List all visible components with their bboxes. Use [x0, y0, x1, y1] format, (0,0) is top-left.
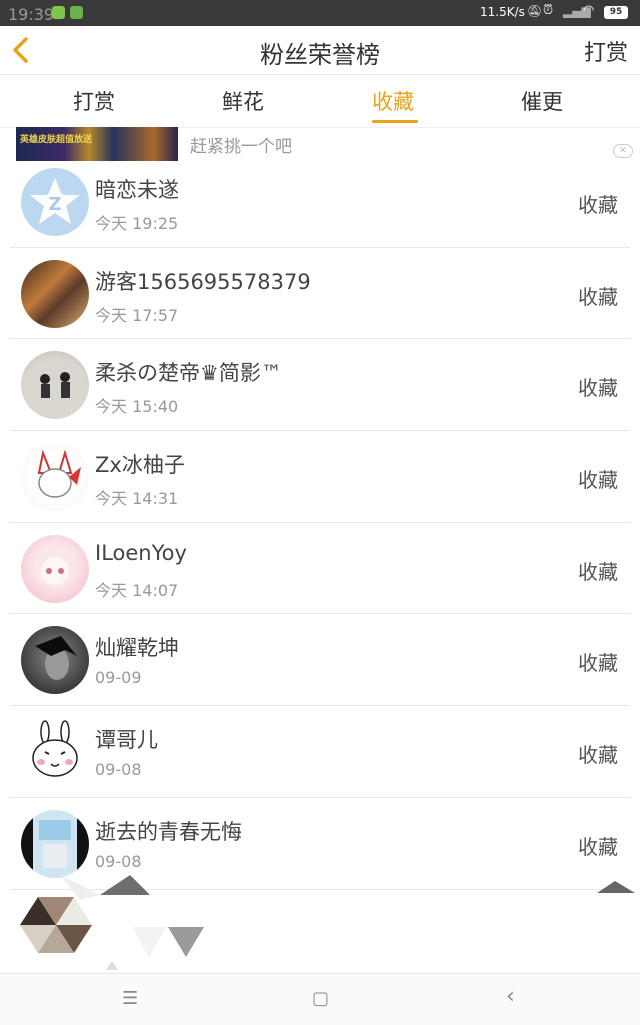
user-name: 逝去的青春无悔: [95, 819, 242, 844]
user-name: Zx冰柚子: [95, 453, 185, 478]
list-item[interactable]: ILoenYoy 今天 14:07 收藏: [10, 523, 630, 615]
wifi-icon: ◠: [583, 3, 595, 18]
user-time: 09-08: [95, 760, 142, 780]
user-name: 游客1565695578379: [95, 269, 311, 294]
user-time: 今天 19:25: [95, 214, 179, 233]
avatar[interactable]: Z: [21, 168, 89, 236]
tab-reward[interactable]: 打赏: [73, 86, 115, 116]
avatar[interactable]: [21, 626, 89, 695]
loading-triangles-icon: [20, 875, 635, 970]
qq-zone-star-icon: Z: [30, 178, 80, 224]
chevron-down-icon: ˇ: [606, 127, 612, 137]
avatar-figures-image: [40, 372, 70, 399]
list-item[interactable]: 谭哥儿 09-08 收藏: [10, 706, 630, 798]
tab-urge[interactable]: 催更: [521, 86, 563, 116]
action-label: 收藏: [578, 743, 618, 768]
action-label: 收藏: [578, 468, 618, 493]
action-label: 收藏: [578, 284, 618, 309]
list-item[interactable]: 灿耀乾坤 09-09 收藏: [10, 614, 630, 707]
loading-placeholder: [0, 875, 640, 973]
avatar[interactable]: [21, 443, 89, 512]
avatar-dark-portrait-image: [35, 636, 77, 681]
user-name: 柔杀の楚帝♛简影™: [95, 361, 282, 386]
tab-collect[interactable]: 收藏: [372, 86, 414, 116]
fan-list: Z 暗恋未遂 今天 19:25 收藏 游客1565695578379 今天 17…: [0, 156, 640, 890]
user-name: 谭哥儿: [95, 728, 158, 753]
ad-banner-text: 英雄皮肤超值放送: [20, 135, 93, 145]
user-time: 今天 14:31: [95, 489, 179, 509]
page-title: 粉丝荣誉榜: [260, 41, 380, 69]
list-item[interactable]: 柔杀の楚帝♛简影™ 今天 15:40 收藏: [10, 339, 630, 432]
avatar[interactable]: [21, 809, 89, 878]
user-time: 今天 14:07: [95, 580, 179, 600]
tab-bar: 打赏 鲜花 收藏 催更: [0, 75, 640, 128]
avatar[interactable]: [21, 351, 89, 420]
user-time: 今天 15:40: [95, 397, 179, 417]
status-time: 19:39: [8, 5, 55, 24]
reward-button[interactable]: 打赏: [584, 35, 628, 67]
back-nav-icon[interactable]: ‹: [506, 984, 515, 1009]
user-time: 今天 17:57: [95, 305, 179, 325]
action-label: 收藏: [578, 559, 618, 584]
user-time: 09-08: [95, 851, 142, 871]
header: 粉丝荣誉榜 打赏: [0, 26, 640, 75]
avatar-poster-image: [39, 819, 71, 868]
home-icon[interactable]: ▢: [312, 988, 329, 1009]
app-notification-icon: [52, 6, 65, 19]
mute-icon: 🔕︎: [527, 4, 543, 18]
list-item[interactable]: Z 暗恋未遂 今天 19:25 收藏: [10, 156, 630, 248]
alarm-icon: ⏰︎: [543, 3, 554, 18]
app-notification-icon-2: [70, 6, 83, 19]
svg-text:Z: Z: [48, 194, 61, 215]
action-label: 收藏: [578, 376, 618, 401]
tab-indicator: [372, 120, 418, 123]
avatar[interactable]: [21, 534, 89, 603]
avatar-bunny-image: [32, 720, 78, 777]
battery-icon: 95: [604, 6, 628, 19]
user-name: 灿耀乾坤: [95, 636, 179, 661]
avatar-anime-girl-image: [41, 556, 69, 585]
ad-text[interactable]: 赶紧挑一个吧: [190, 132, 292, 157]
user-name: 暗恋未遂: [95, 178, 179, 202]
user-time: 09-09: [95, 668, 142, 688]
list-item[interactable]: 游客1565695578379 今天 17:57 收藏: [10, 248, 630, 340]
list-item[interactable]: Zx冰柚子 今天 14:31 收藏: [10, 431, 630, 523]
avatar[interactable]: [21, 259, 89, 328]
action-label: 收藏: [578, 651, 618, 676]
system-nav-bar: ☰ ▢ ‹: [0, 973, 640, 1025]
menu-icon[interactable]: ☰: [122, 988, 138, 1009]
action-label: 收藏: [578, 193, 618, 217]
user-name: ILoenYoy: [95, 540, 187, 565]
action-label: 收藏: [578, 834, 618, 859]
avatar-cartoon-fox-image: [37, 449, 81, 498]
avatar[interactable]: [21, 718, 89, 787]
tab-flowers[interactable]: 鲜花: [222, 86, 264, 116]
status-bar: 19:39 11.5K/s 🔕︎ ⏰︎ ▂▄▆ ◠ 95: [0, 0, 640, 26]
net-speed: 11.5K/s: [480, 5, 525, 19]
